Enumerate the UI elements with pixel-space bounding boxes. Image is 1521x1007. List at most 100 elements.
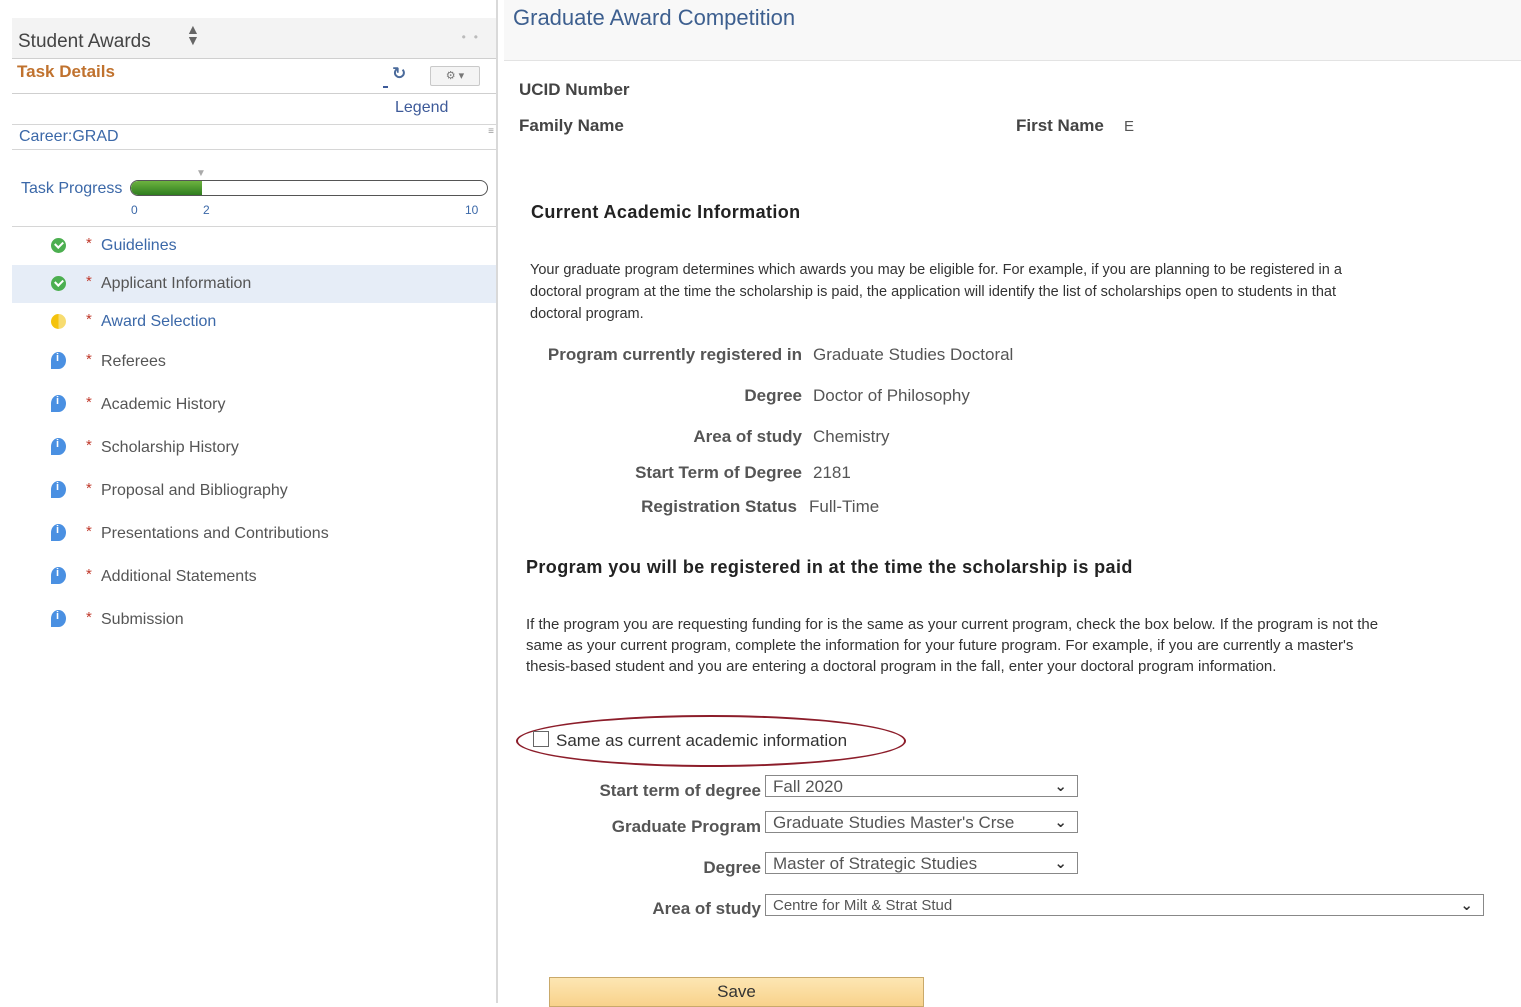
future-program-description: If the program you are requesting fundin… <box>526 616 1379 675</box>
task-item[interactable]: * Academic History <box>12 386 496 429</box>
progress-tick-min: 0 <box>131 203 138 217</box>
panel-header: Student Awards ▲ ▼ •• <box>12 18 496 59</box>
same-as-current-label[interactable]: Same as current academic information <box>556 731 847 751</box>
task-panel: Student Awards ▲ ▼ •• Task Details ↻ ⚙ ▾ … <box>0 0 498 1003</box>
task-item[interactable]: * Scholarship History <box>12 429 496 472</box>
task-label[interactable]: Scholarship History <box>101 439 239 457</box>
task-item[interactable]: * Additional Statements <box>12 558 496 601</box>
required-marker: * <box>86 235 92 252</box>
required-marker: * <box>86 480 92 497</box>
same-as-current-checkbox[interactable] <box>533 731 549 747</box>
ucid-label: UCID Number <box>519 80 630 99</box>
task-list: * Guidelines * Applicant Information * Award … <box>12 226 496 643</box>
task-label[interactable]: Presentations and Contributions <box>101 525 329 543</box>
career-label: Career:GRAD <box>19 128 119 145</box>
task-label[interactable]: Academic History <box>101 396 225 414</box>
graduate-program-select[interactable]: Graduate Studies Master's Crse ⌄ <box>765 811 1078 833</box>
complete-status-icon <box>51 276 66 291</box>
info-status-icon <box>51 481 66 498</box>
task-details-label: Task Details <box>17 62 115 81</box>
progress-marker-icon: ▼ <box>196 168 206 179</box>
gear-icon[interactable]: ⚙ ▾ <box>430 66 480 86</box>
task-progress-fill <box>131 181 203 195</box>
future-start-term-select[interactable]: Fall 2020 ⌄ <box>765 775 1078 797</box>
task-label[interactable]: Proposal and Bibliography <box>101 482 288 500</box>
sort-arrows-icon[interactable]: ▲ ▼ <box>186 22 200 47</box>
task-item[interactable]: * Applicant Information <box>12 265 496 303</box>
future-degree-value: Master of Strategic Studies <box>773 854 978 873</box>
program-registered-label: Program currently registered in <box>547 345 802 364</box>
in-progress-status-icon <box>51 314 66 329</box>
registration-status-label: Registration Status <box>641 497 797 516</box>
page-title: Graduate Award Competition <box>513 5 796 30</box>
panel-options-icon[interactable]: •• <box>462 30 486 44</box>
required-marker: * <box>86 311 92 328</box>
panel-title: Student Awards <box>18 31 151 52</box>
required-marker: * <box>86 273 92 290</box>
current-degree-label: Degree <box>744 386 802 405</box>
chevron-down-icon: ⌄ <box>1054 855 1067 872</box>
blue-dash <box>383 86 388 88</box>
task-label[interactable]: Applicant Information <box>101 275 251 293</box>
task-label[interactable]: Referees <box>101 353 166 371</box>
required-marker: * <box>86 394 92 411</box>
progress-tick-max: 10 <box>465 203 479 217</box>
graduate-program-value: Graduate Studies Master's Crse <box>773 813 1015 832</box>
required-marker: * <box>86 437 92 454</box>
start-term-label: Start Term of Degree <box>635 463 802 482</box>
required-marker: * <box>86 566 92 583</box>
first-name-label: First Name <box>1016 116 1104 135</box>
current-area-value: Chemistry <box>813 427 890 446</box>
progress-tick-current: 2 <box>203 203 210 217</box>
first-name-value: E <box>1124 118 1135 135</box>
graduate-program-label: Graduate Program <box>611 817 761 836</box>
program-registered-value: Graduate Studies Doctoral <box>813 345 1014 364</box>
task-progress-bar <box>130 180 488 196</box>
required-marker: * <box>86 523 92 540</box>
info-status-icon <box>51 395 66 412</box>
legend-link[interactable]: Legend <box>395 99 448 117</box>
current-academic-title: Current Academic Information <box>531 202 801 222</box>
future-area-label: Area of study <box>652 899 761 918</box>
required-marker: * <box>86 351 92 368</box>
current-academic-description: Your graduate program determines which a… <box>530 262 1342 322</box>
resize-grip-icon[interactable]: ≡ <box>488 126 494 137</box>
task-item[interactable]: * Proposal and Bibliography <box>12 472 496 515</box>
info-status-icon <box>51 352 66 369</box>
task-label[interactable]: Award Selection <box>101 313 216 331</box>
task-item[interactable]: * Submission <box>12 601 496 643</box>
chevron-down-icon: ⌄ <box>1054 814 1067 831</box>
complete-status-icon <box>51 238 66 253</box>
family-name-label: Family Name <box>519 116 624 135</box>
chevron-down-icon: ⌄ <box>1054 778 1067 795</box>
chevron-down-icon: ⌄ <box>1460 897 1473 914</box>
future-area-value: Centre for Milt & Strat Stud <box>773 897 953 914</box>
task-label[interactable]: Additional Statements <box>101 568 257 586</box>
current-degree-value: Doctor of Philosophy <box>813 386 970 405</box>
required-marker: * <box>86 609 92 626</box>
task-item[interactable]: * Award Selection <box>12 303 496 343</box>
future-degree-label: Degree <box>703 858 761 877</box>
task-label[interactable]: Submission <box>101 611 184 629</box>
current-area-label: Area of study <box>693 427 802 446</box>
info-status-icon <box>51 438 66 455</box>
future-degree-select[interactable]: Master of Strategic Studies ⌄ <box>765 852 1078 874</box>
registration-status-value: Full-Time <box>809 497 880 516</box>
info-status-icon <box>51 567 66 584</box>
future-area-select[interactable]: Centre for Milt & Strat Stud ⌄ <box>765 894 1484 916</box>
page-header: Graduate Award Competition <box>504 0 1521 61</box>
task-progress-label: Task Progress <box>21 180 123 197</box>
future-start-term-label: Start term of degree <box>599 781 761 800</box>
task-details-bar: Task Details ↻ ⚙ ▾ <box>12 59 496 94</box>
info-status-icon <box>51 524 66 541</box>
future-program-title: Program you will be registered in at the… <box>526 557 1133 577</box>
career-row: Career:GRAD ≡ <box>12 124 496 150</box>
future-start-term-value: Fall 2020 <box>773 777 843 796</box>
task-item[interactable]: * Referees <box>12 343 496 386</box>
start-term-value: 2181 <box>813 463 851 482</box>
task-item[interactable]: * Presentations and Contributions <box>12 515 496 558</box>
task-label[interactable]: Guidelines <box>101 237 177 255</box>
refresh-icon[interactable]: ↻ <box>392 64 406 84</box>
info-status-icon <box>51 610 66 627</box>
task-item[interactable]: * Guidelines <box>12 227 496 265</box>
